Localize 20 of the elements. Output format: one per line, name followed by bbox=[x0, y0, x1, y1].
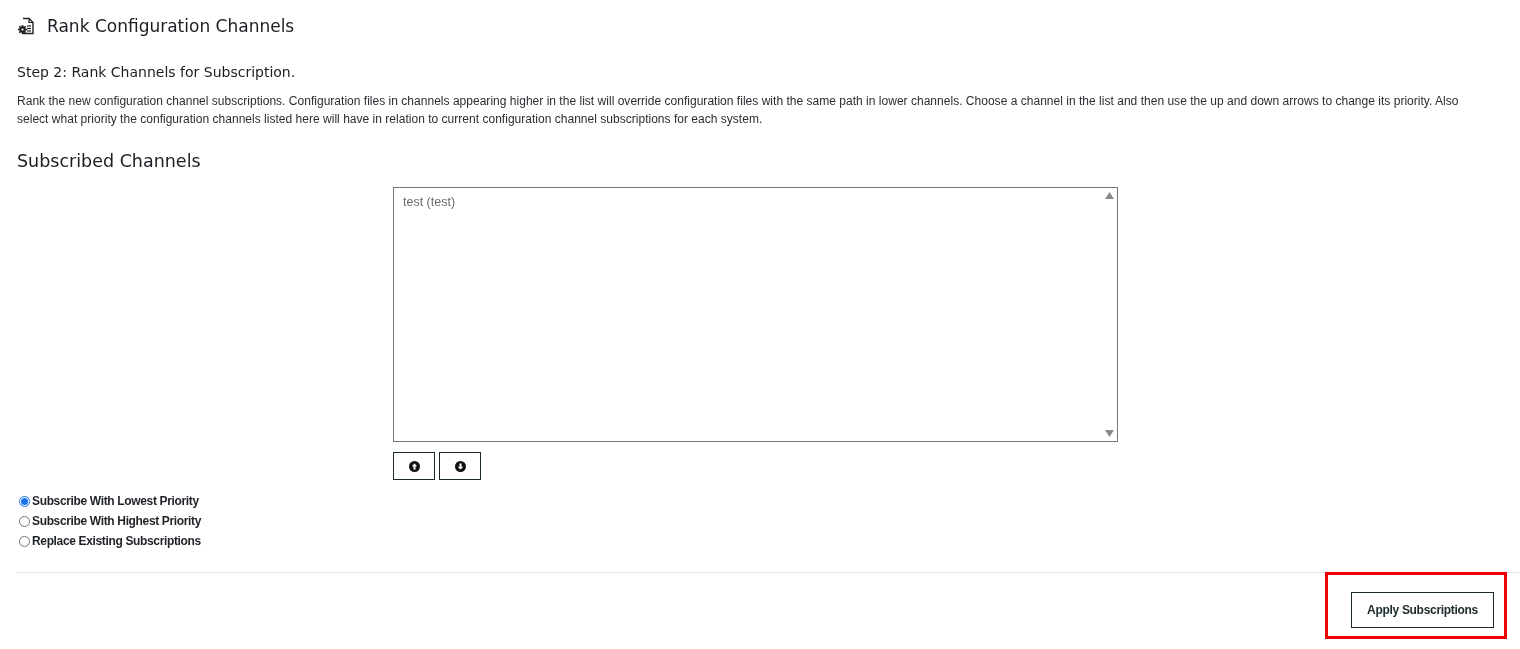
channel-option[interactable]: test (test) bbox=[403, 194, 456, 210]
page-title: Rank Configuration Channels bbox=[47, 15, 295, 38]
apply-subscriptions-button[interactable]: Apply Subscriptions bbox=[1351, 592, 1494, 628]
section-heading: Subscribed Channels bbox=[17, 150, 202, 173]
arrow-up-icon bbox=[408, 460, 420, 472]
radio-button[interactable] bbox=[19, 515, 30, 527]
step-description: Rank the new configuration channel subscriptions. Configuration files in channels appearing higher in the list will override configuration files with the same path in lower channels. Choose a channel in the list and then use the up and down arrows to change its priority. Also select what priority the configuration channels listed here will have in relation to current configuration channel subscriptions for each system. bbox=[17, 93, 1460, 128]
move-up-button[interactable] bbox=[393, 452, 435, 480]
radio-label[interactable]: Subscribe With Highest Priority bbox=[32, 513, 202, 529]
radio-button[interactable] bbox=[19, 535, 30, 547]
radio-label[interactable]: Subscribe With Lowest Priority bbox=[32, 493, 199, 509]
radio-label[interactable]: Replace Existing Subscriptions bbox=[32, 533, 201, 549]
channel-listbox[interactable]: test (test) bbox=[393, 187, 1118, 442]
arrow-down-icon bbox=[454, 460, 466, 472]
scroll-up-icon[interactable] bbox=[1104, 192, 1114, 199]
move-down-button[interactable] bbox=[439, 452, 481, 480]
step-heading: Step 2: Rank Channels for Subscription. bbox=[17, 63, 297, 82]
scroll-down-icon[interactable] bbox=[1104, 430, 1114, 437]
radio-button[interactable] bbox=[19, 495, 30, 507]
file-gear-icon bbox=[18, 17, 36, 35]
